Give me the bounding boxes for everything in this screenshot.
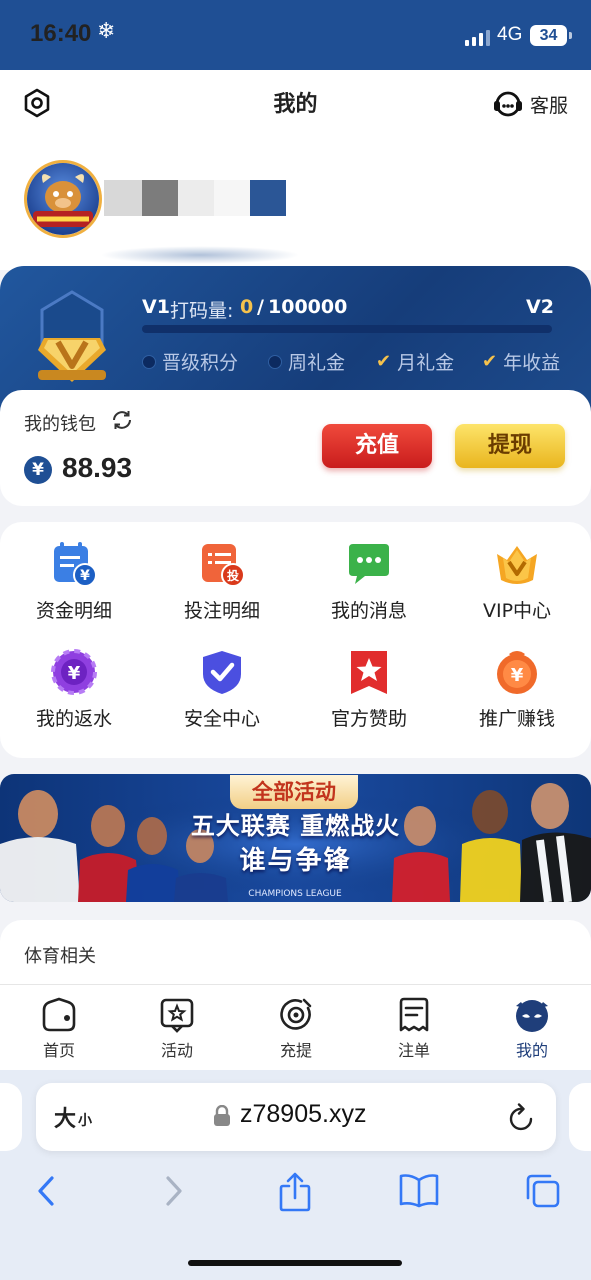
tab-label: 注单 (397, 1041, 430, 1060)
name-underline-glow (100, 246, 300, 264)
svg-text:¥: ¥ (511, 665, 524, 686)
perk-label: 年收益 (503, 352, 561, 374)
tab-deposit-withdraw[interactable]: 充提 (237, 996, 355, 1061)
back-icon[interactable] (32, 1172, 60, 1210)
vip-progress-track (142, 325, 552, 333)
grid-item-label: 推广赚钱 (478, 708, 555, 730)
username-redacted (104, 180, 286, 216)
vip-crown-icon (493, 540, 541, 588)
sponsor-star-icon (345, 648, 393, 696)
withdraw-button[interactable]: 提现 (455, 424, 565, 468)
headset-icon (492, 88, 524, 120)
cellular-signal-icon (465, 30, 491, 46)
tab-activity[interactable]: 活动 (118, 996, 236, 1061)
code-volume-current: 0 (240, 296, 254, 318)
shield-icon (198, 648, 246, 696)
grid-item-label: 官方赞助 (330, 708, 407, 730)
sports-section-title: 体育相关 (24, 946, 96, 967)
all-activities-tag[interactable]: 全部活动 (230, 775, 358, 809)
wallet-label: 我的钱包 (24, 414, 96, 435)
unchecked-dot-icon (142, 354, 156, 369)
grid-item-label: 安全中心 (183, 708, 260, 730)
tab-label: 活动 (160, 1041, 193, 1060)
check-icon: ✔ (376, 351, 392, 372)
customer-service-button[interactable]: 客服 (492, 88, 568, 120)
check-icon: ✔ (482, 351, 498, 372)
customer-service-label: 客服 (530, 94, 569, 117)
grid-item-vip-center[interactable]: VIP中心 (443, 522, 591, 622)
forward-icon[interactable] (160, 1172, 188, 1210)
bet-detail-icon: 投 (198, 540, 246, 588)
deposit-icon (277, 996, 315, 1034)
tab-orders[interactable]: 注单 (355, 996, 473, 1061)
tab-label: 首页 (42, 1041, 75, 1060)
mine-icon (513, 996, 551, 1034)
perk-weekly-gift: 周礼金 (268, 348, 345, 375)
perk-label: 晋级积分 (162, 352, 239, 374)
bookmarks-icon[interactable] (398, 1172, 440, 1208)
grid-item-messages[interactable]: 我的消息 (295, 522, 443, 622)
home-icon (40, 996, 78, 1034)
grid-item-security-center[interactable]: 安全中心 (148, 630, 296, 730)
wallet-balance: 88.93 (62, 452, 133, 483)
reload-icon[interactable] (508, 1103, 536, 1133)
code-volume-label: 打码量: (170, 300, 234, 322)
snowflake-icon: ❄ (97, 19, 116, 44)
perk-label: 月礼金 (397, 352, 455, 374)
banner-headline: 五大联赛 重燃战火 (190, 812, 401, 840)
home-indicator (188, 1260, 402, 1266)
code-volume-target: 100000 (268, 296, 348, 318)
share-icon[interactable] (278, 1172, 312, 1212)
perk-promotion-points: 晋级积分 (142, 348, 238, 375)
refresh-icon[interactable] (110, 408, 134, 432)
perk-annual-income: ✔ 年收益 (482, 348, 560, 375)
rebate-icon: ¥ (50, 648, 98, 696)
grid-item-fund-detail[interactable]: ¥ 资金明细 (0, 522, 148, 622)
grid-item-promotion-earn[interactable]: ¥ 推广赚钱 (443, 630, 591, 730)
activity-icon (158, 996, 196, 1034)
tab-mine[interactable]: 我的 (473, 996, 591, 1061)
svg-text:¥: ¥ (68, 663, 81, 684)
message-icon (345, 540, 393, 588)
perk-label: 周礼金 (288, 352, 346, 374)
next-tab-edge[interactable] (569, 1083, 591, 1151)
grid-item-official-sponsor[interactable]: 官方赞助 (295, 630, 443, 730)
text-size-small-label: 小 (78, 1113, 92, 1129)
network-type: 4G (497, 24, 523, 45)
grid-item-label: 投注明细 (183, 600, 260, 622)
tab-label: 我的 (515, 1041, 548, 1060)
battery-icon: 34 (530, 25, 572, 46)
status-time: 16:40 (30, 20, 92, 47)
fund-detail-icon: ¥ (50, 540, 98, 588)
grid-item-label: 我的返水 (35, 708, 112, 730)
grid-item-label: 资金明细 (35, 600, 112, 622)
code-volume-separator: / (257, 296, 264, 318)
orders-icon (395, 996, 433, 1034)
grid-item-label: 我的消息 (330, 600, 407, 622)
lock-icon (213, 1105, 231, 1127)
svg-text:¥: ¥ (80, 568, 90, 584)
promo-money-icon: ¥ (493, 648, 541, 696)
svg-text:投: 投 (227, 568, 239, 583)
tab-label: 充提 (279, 1041, 312, 1060)
perk-monthly-gift: ✔ 月礼金 (376, 348, 454, 375)
avatar[interactable] (24, 160, 102, 238)
next-vip-level: V2 (526, 296, 554, 318)
previous-tab-edge[interactable] (0, 1083, 22, 1151)
grid-item-label: VIP中心 (482, 600, 552, 622)
grid-item-rebate[interactable]: ¥ 我的返水 (0, 630, 148, 730)
url-text: z78905.xyz (240, 1100, 367, 1128)
current-vip-level: V1 (142, 296, 170, 318)
unchecked-dot-icon (268, 354, 282, 369)
vip-level-badge-icon (30, 288, 114, 388)
champions-league-text: CHAMPIONS LEAGUE (248, 889, 342, 899)
yuan-currency-icon: ¥ (24, 456, 52, 484)
tabs-icon[interactable] (524, 1172, 562, 1210)
tab-home[interactable]: 首页 (0, 996, 118, 1061)
text-size-button[interactable]: 大 (54, 1101, 76, 1133)
grid-item-bet-detail[interactable]: 投 投注明细 (148, 522, 296, 622)
banner-subheadline: 谁与争锋 (239, 846, 352, 876)
recharge-button[interactable]: 充值 (322, 424, 432, 468)
